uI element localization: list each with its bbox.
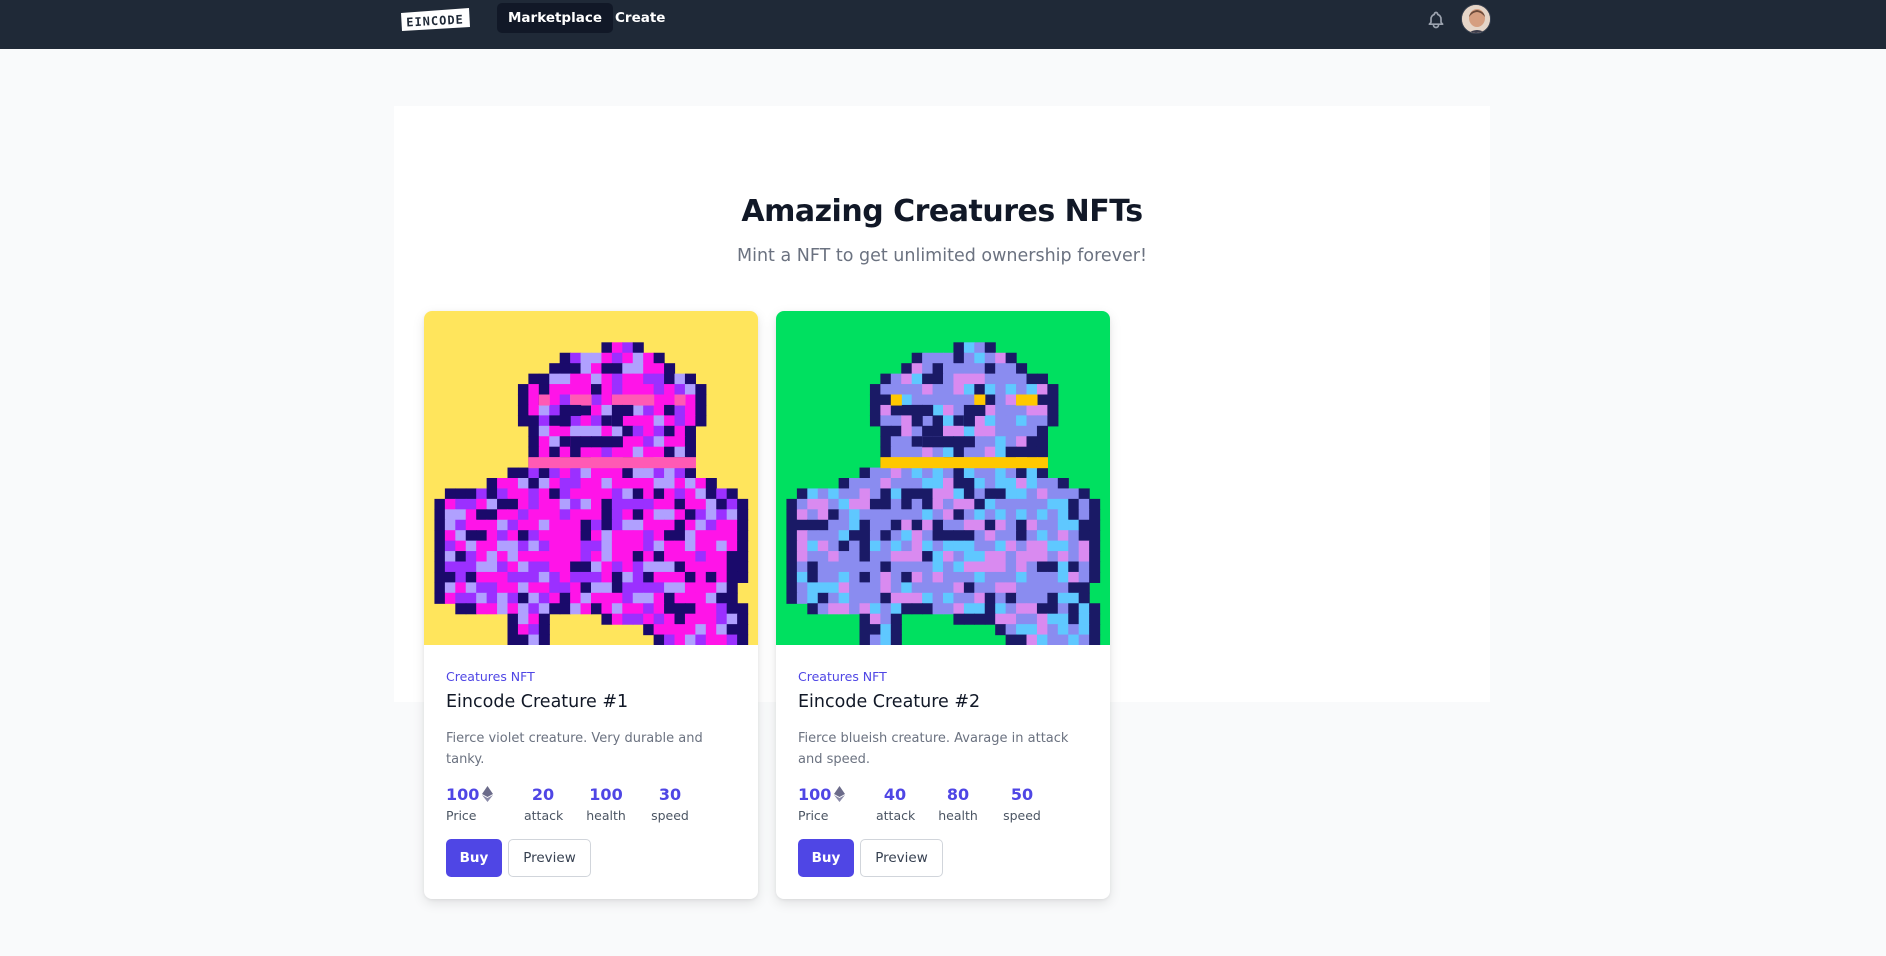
stat-speed: 30 speed <box>650 784 690 825</box>
stat-value: 20 <box>531 785 555 804</box>
card-description: Fierce violet creature. Very durable and… <box>446 731 703 767</box>
card-description: Fierce blueish creature. Avarage in atta… <box>798 731 1069 767</box>
stat-label: Price <box>798 808 829 823</box>
ethereum-icon <box>834 786 846 802</box>
stat-value: 50 <box>1010 785 1034 804</box>
stat-attack: 20 attack <box>524 784 564 825</box>
nft-card: Creatures NFT Eincode Creature #1 Fierce… <box>424 311 758 899</box>
stat-label: speed <box>1003 808 1041 823</box>
stat-label: Price <box>446 808 477 823</box>
stat-label: health <box>586 808 626 823</box>
stat-label: speed <box>651 808 689 823</box>
creature-image[interactable] <box>424 311 758 645</box>
top-navbar: EINCODE Marketplace Create <box>0 0 1886 49</box>
stat-value: 100 <box>589 785 623 804</box>
stat-health: 100 health <box>586 784 626 825</box>
creature-image[interactable] <box>776 311 1110 645</box>
stat-speed: 50 speed <box>1002 784 1042 825</box>
buy-button[interactable]: Buy <box>798 839 854 877</box>
bell-icon[interactable] <box>1426 10 1446 30</box>
stat-value: 80 <box>946 785 970 804</box>
page-title: Amazing Creatures NFTs <box>741 194 1143 229</box>
eincode-logo[interactable]: EINCODE <box>399 5 472 33</box>
stat-value: 100 <box>798 785 832 804</box>
stat-price: 100 Price <box>798 784 846 825</box>
preview-button[interactable]: Preview <box>860 839 943 877</box>
stat-label: attack <box>876 808 916 823</box>
nav-marketplace[interactable]: Marketplace <box>497 3 613 33</box>
stat-health: 80 health <box>938 784 978 825</box>
card-title: Eincode Creature #2 <box>798 692 981 712</box>
stat-value: 100 <box>446 785 480 804</box>
preview-button[interactable]: Preview <box>508 839 591 877</box>
stat-price: 100 Price <box>446 784 494 825</box>
nft-card: Creatures NFT Eincode Creature #2 Fierce… <box>776 311 1110 899</box>
avatar[interactable] <box>1461 4 1491 34</box>
page-subtitle: Mint a NFT to get unlimited ownership fo… <box>736 246 1147 266</box>
stat-attack: 40 attack <box>876 784 916 825</box>
nav-create[interactable]: Create <box>604 3 676 33</box>
stat-label: health <box>938 808 978 823</box>
stat-label: attack <box>524 808 564 823</box>
ethereum-icon <box>482 786 494 802</box>
buy-button[interactable]: Buy <box>446 839 502 877</box>
card-collection: Creatures NFT <box>446 669 535 684</box>
card-title: Eincode Creature #1 <box>446 692 629 712</box>
stat-value: 30 <box>658 785 682 804</box>
stat-value: 40 <box>883 785 907 804</box>
card-collection: Creatures NFT <box>798 669 887 684</box>
